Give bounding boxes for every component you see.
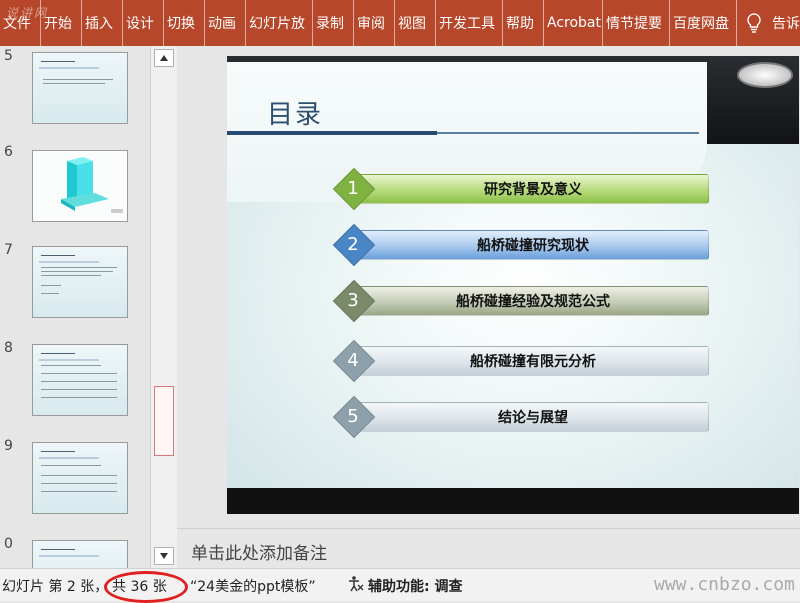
- 3d-model-image: [33, 151, 127, 221]
- thumb-number: 0: [4, 536, 13, 552]
- tab-transitions[interactable]: 切换: [164, 0, 205, 46]
- slide-thumbnail-panel[interactable]: 5 6 7 8 9 0: [0, 46, 150, 568]
- tab-baidu-netdisk[interactable]: 百度网盘: [670, 0, 737, 46]
- toc-item[interactable]: 船桥碰撞有限元分析 4: [332, 339, 709, 383]
- toc-item-label: 船桥碰撞有限元分析: [357, 346, 709, 376]
- slide-position-text: 幻灯片 第 2 张，: [2, 579, 109, 595]
- slide-thumbnail[interactable]: [32, 150, 128, 222]
- slide-thumbnail[interactable]: [32, 344, 128, 416]
- slide-title[interactable]: 目录: [267, 94, 323, 131]
- notes-placeholder[interactable]: 单击此处添加备注: [191, 539, 327, 564]
- toc-item-number: 1: [347, 177, 359, 199]
- annotation-circle: [104, 571, 188, 603]
- toc-item[interactable]: 研究背景及意义 1: [332, 167, 709, 211]
- tab-insert[interactable]: 插入: [82, 0, 123, 46]
- scroll-down-button[interactable]: [154, 547, 174, 565]
- tab-slideshow[interactable]: 幻灯片放: [246, 0, 313, 46]
- triangle-down-icon: [160, 553, 168, 559]
- tab-design[interactable]: 设计: [123, 0, 164, 46]
- toc-item-number: 5: [347, 405, 359, 427]
- tab-review[interactable]: 审阅: [354, 0, 395, 46]
- tell-me-label: 告诉: [772, 16, 800, 32]
- triangle-up-icon: [160, 55, 168, 61]
- toc-item-label: 结论与展望: [357, 402, 709, 432]
- thumb-number: 6: [4, 144, 13, 160]
- toc-item[interactable]: 船桥碰撞经验及规范公式 3: [332, 279, 709, 323]
- notes-pane[interactable]: 单击此处添加备注: [177, 528, 800, 569]
- toc-item-label: 船桥碰撞经验及规范公式: [357, 286, 709, 316]
- tab-storyboard[interactable]: 情节提要: [603, 0, 670, 46]
- toc-item-label: 研究背景及意义: [357, 174, 709, 204]
- thumb-number: 9: [4, 438, 13, 454]
- tab-acrobat[interactable]: Acrobat: [544, 0, 603, 46]
- thumb-number: 7: [4, 242, 13, 258]
- toc-item-label: 船桥碰撞研究现状: [357, 230, 709, 260]
- scrollbar-thumb[interactable]: [154, 386, 174, 456]
- toc-item-number: 4: [347, 349, 359, 371]
- toc-item-number: 2: [347, 233, 359, 255]
- url-watermark: www.cnbzo.com: [654, 574, 795, 595]
- accessibility-status[interactable]: 辅助功能: 调查: [368, 576, 462, 596]
- site-watermark: 说讲网: [6, 6, 49, 20]
- toc-item[interactable]: 船桥碰撞研究现状 2: [332, 223, 709, 267]
- toc-item-number: 3: [347, 289, 359, 311]
- slide-footer-band: [227, 488, 799, 514]
- title-underline-thin: [437, 132, 699, 134]
- current-slide[interactable]: 目录 研究背景及意义 1 船桥碰撞研究现状 2 船桥碰撞经验及规范公式 3 船桥…: [227, 56, 799, 514]
- accessibility-icon[interactable]: [346, 575, 364, 593]
- tab-view[interactable]: 视图: [395, 0, 436, 46]
- thumb-number: 8: [4, 340, 13, 356]
- slide-thumbnail[interactable]: [32, 540, 128, 568]
- ribbon-tabs: 文件 开始 插入 设计 切换 动画 幻灯片放 录制 审阅 视图 开发工具 帮助 …: [0, 0, 737, 46]
- ribbon-bar: 文件 开始 插入 设计 切换 动画 幻灯片放 录制 审阅 视图 开发工具 帮助 …: [0, 0, 800, 46]
- logo-icon: [737, 62, 793, 88]
- tab-developer[interactable]: 开发工具: [436, 0, 503, 46]
- tab-help[interactable]: 帮助: [503, 0, 544, 46]
- scroll-up-button[interactable]: [154, 49, 174, 67]
- slide-thumbnail[interactable]: [32, 442, 128, 514]
- tab-animations[interactable]: 动画: [205, 0, 246, 46]
- thumbnail-scrollbar[interactable]: [150, 46, 178, 568]
- theme-name[interactable]: “24美金的ppt模板”: [190, 576, 316, 596]
- lightbulb-icon: [747, 13, 761, 33]
- slide-thumbnail[interactable]: [32, 52, 128, 124]
- toc-item[interactable]: 结论与展望 5: [332, 395, 709, 439]
- tab-record[interactable]: 录制: [313, 0, 354, 46]
- thumb-number: 5: [4, 48, 13, 64]
- slide-thumbnail[interactable]: [32, 246, 128, 318]
- title-underline: [227, 131, 437, 135]
- tell-me-box[interactable]: 告诉: [736, 0, 800, 46]
